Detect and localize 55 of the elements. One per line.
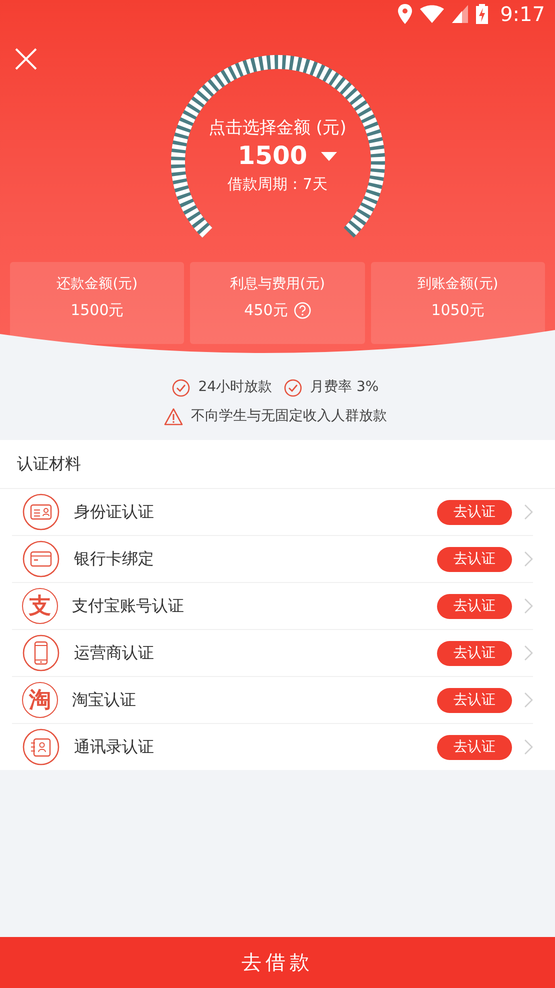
check-icon <box>284 378 302 396</box>
list-item[interactable]: 淘 淘宝认证 去认证 <box>12 677 533 724</box>
note-text: 月费率 3% <box>310 378 379 397</box>
caret-icon <box>321 152 338 160</box>
verify-button[interactable]: 去认证 <box>437 594 512 618</box>
summary-value: 1500元 <box>70 300 124 320</box>
verify-button[interactable]: 去认证 <box>437 500 512 524</box>
wifi-icon <box>420 5 444 23</box>
item-label: 支付宝账号认证 <box>72 596 185 616</box>
note-text: 24小时放款 <box>198 378 272 397</box>
summary-label: 到账金额(元) <box>417 275 498 294</box>
amount-selector[interactable]: 1500 <box>238 140 338 172</box>
item-label: 通讯录认证 <box>74 736 155 758</box>
signal-icon <box>452 5 468 23</box>
item-label: 运营商认证 <box>74 642 155 664</box>
chevron-icon <box>524 504 533 520</box>
item-label: 身份证认证 <box>74 502 155 522</box>
item-label: 淘宝认证 <box>72 690 137 710</box>
summary-value: 1050元 <box>431 300 484 320</box>
chevron-icon <box>524 692 533 708</box>
verify-button[interactable]: 去认证 <box>437 734 512 760</box>
summary-value: 450元 <box>244 300 288 320</box>
list-item[interactable]: 支 支付宝账号认证 去认证 <box>12 583 533 630</box>
list-item[interactable]: 银行卡绑定 去认证 <box>12 536 533 583</box>
phone-icon <box>22 634 60 672</box>
item-label: 银行卡绑定 <box>74 548 155 570</box>
note-text: 不向学生与无固定收入人群放款 <box>191 407 387 426</box>
close-icon[interactable] <box>15 48 37 70</box>
chevron-icon <box>524 598 533 614</box>
character-icon: 淘 <box>22 682 58 718</box>
check-icon <box>172 378 190 396</box>
clock-time: 9:17 <box>500 2 545 26</box>
chevron-icon <box>524 551 533 567</box>
id-card-icon <box>22 493 60 531</box>
contact-card-icon <box>22 728 60 766</box>
list-item[interactable]: 通讯录认证 去认证 <box>12 724 533 770</box>
verify-button[interactable]: 去认证 <box>437 546 512 572</box>
chevron-icon <box>524 739 533 755</box>
chevron-icon <box>524 645 533 661</box>
verify-button[interactable]: 去认证 <box>437 688 512 712</box>
location-icon <box>398 4 412 24</box>
character-icon: 支 <box>22 588 58 624</box>
summary-label: 利息与费用(元) <box>230 275 325 294</box>
list-item[interactable]: 身份证认证 去认证 <box>12 489 533 536</box>
verify-button[interactable]: 去认证 <box>437 640 512 666</box>
list-item[interactable]: 运营商认证 去认证 <box>12 630 533 677</box>
bank-card-icon <box>22 540 60 578</box>
summary-label: 还款金额(元) <box>56 275 138 294</box>
borrow-button[interactable]: 去借款 <box>0 937 555 988</box>
amount-prompt: 点击选择金额 (元) <box>208 117 346 140</box>
warning-icon <box>164 408 183 426</box>
help-icon[interactable] <box>294 302 311 318</box>
loan-period: 借款周期：7天 <box>228 174 328 195</box>
battery-icon <box>476 4 488 24</box>
section-title: 认证材料 <box>0 440 555 489</box>
